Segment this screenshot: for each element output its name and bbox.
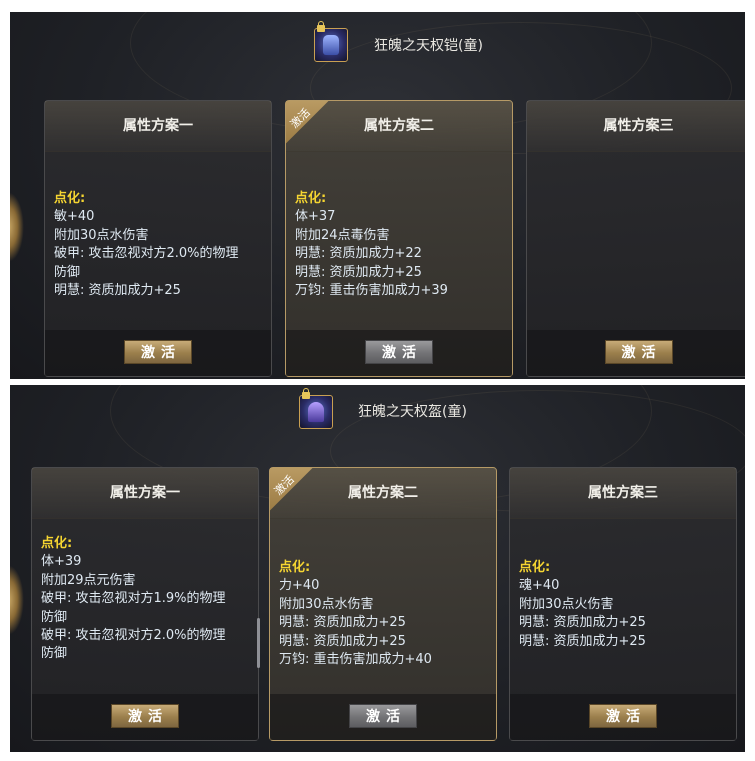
item-header: 狂魄之天权铠(童) (10, 21, 745, 66)
attribute-plan-card-1: 属性方案一 点化: 敏+40 附加30点水伤害 破甲: 攻击忽视对方2.0%的物… (44, 100, 272, 377)
card-footer: 激活 (32, 694, 258, 740)
activate-button[interactable]: 激活 (365, 340, 433, 364)
attr-line: 明慧: 资质加成力+25 (519, 615, 646, 631)
attr-line: 附加24点毒伤害 (295, 227, 390, 243)
attribute-plan-card-2: 属性方案二 激活 点化: 体+37 附加24点毒伤害 明慧: 资质加成力+22 … (285, 100, 513, 377)
attribute-plan-card-1: 属性方案一 点化: 体+39 附加29点元伤害 破甲: 攻击忽视对方1.9%的物… (31, 467, 260, 741)
activate-button[interactable]: 激活 (589, 704, 657, 728)
attr-line: 明慧: 资质加成力+25 (54, 283, 181, 299)
card-footer: 激活 (510, 694, 736, 740)
attr-line: 防御 (41, 646, 68, 662)
helmet-icon[interactable] (299, 388, 333, 429)
attr-line: 体+37 (295, 209, 336, 225)
attr-line: 附加30点水伤害 (279, 596, 374, 612)
item-name: 狂魄之天权盔(童) (358, 404, 467, 420)
attr-header: 点化: (519, 560, 551, 575)
lock-icon (317, 21, 325, 32)
card-title: 属性方案三 (510, 468, 736, 519)
active-badge: 激活 (286, 101, 338, 153)
attr-line: 明慧: 资质加成力+25 (279, 615, 406, 631)
active-badge: 激活 (270, 468, 322, 520)
attr-line: 万钧: 重击伤害加成力+39 (295, 283, 448, 299)
attr-line: 明慧: 资质加成力+25 (295, 264, 422, 280)
attr-line: 附加30点水伤害 (54, 227, 149, 243)
armor-chest-icon[interactable] (314, 21, 348, 62)
activate-button[interactable]: 激活 (111, 704, 179, 728)
decor-ornament (10, 192, 24, 262)
attr-line: 体+39 (41, 554, 82, 570)
attr-header: 点化: (41, 536, 73, 551)
activate-button[interactable]: 激活 (124, 340, 192, 364)
attribute-plan-card-3: 属性方案三 激活 (526, 100, 745, 377)
attr-line: 敏+40 (54, 209, 95, 225)
card-footer: 激活 (286, 330, 512, 376)
attr-line: 破甲: 攻击忽视对方1.9%的物理 (41, 591, 226, 607)
attr-line: 破甲: 攻击忽视对方2.0%的物理 (41, 628, 226, 644)
equipment-panel-helmet: 狂魄之天权盔(童) 属性方案一 点化: 体+39 附加29点元伤害 破甲: 攻击… (10, 385, 745, 752)
attr-line: 魂+40 (519, 578, 560, 594)
attr-line: 附加30点火伤害 (519, 596, 614, 612)
attr-line: 力+40 (279, 578, 320, 594)
card-footer: 激活 (45, 330, 271, 376)
attr-line: 明慧: 资质加成力+25 (279, 633, 406, 649)
attr-line: 万钧: 重击伤害加成力+40 (279, 652, 432, 668)
attribute-list: 点化: 敏+40 附加30点水伤害 破甲: 攻击忽视对方2.0%的物理 防御 明… (54, 190, 263, 300)
attr-header: 点化: (279, 560, 311, 575)
card-footer: 激活 (527, 330, 745, 376)
attr-line: 明慧: 资质加成力+25 (519, 633, 646, 649)
decor-ornament (10, 565, 24, 635)
activate-button[interactable]: 激活 (349, 704, 417, 728)
attribute-plan-card-2: 属性方案二 激活 点化: 力+40 附加30点水伤害 明慧: 资质加成力+25 … (269, 467, 497, 741)
active-badge-label: 激活 (271, 472, 297, 498)
item-name: 狂魄之天权铠(童) (374, 38, 483, 54)
attribute-list: 点化: 力+40 附加30点水伤害 明慧: 资质加成力+25 明慧: 资质加成力… (279, 559, 488, 669)
activate-button[interactable]: 激活 (604, 340, 673, 364)
attr-line: 破甲: 攻击忽视对方2.0%的物理 (54, 246, 239, 262)
lock-icon (302, 388, 310, 399)
attribute-list: 点化: 魂+40 附加30点火伤害 明慧: 资质加成力+25 明慧: 资质加成力… (519, 559, 728, 651)
card-footer: 激活 (270, 694, 496, 740)
attr-header: 点化: (54, 191, 86, 206)
card-title: 属性方案一 (32, 468, 258, 519)
card-title: 属性方案一 (45, 101, 271, 152)
attr-line: 防御 (41, 609, 68, 625)
card-title: 属性方案三 (527, 101, 745, 152)
active-badge-label: 激活 (287, 105, 313, 131)
equipment-panel-armor: 狂魄之天权铠(童) 属性方案一 点化: 敏+40 附加30点水伤害 破甲: 攻击… (10, 12, 745, 379)
attribute-list: 点化: 体+37 附加24点毒伤害 明慧: 资质加成力+22 明慧: 资质加成力… (295, 190, 504, 300)
attr-line: 防御 (54, 264, 81, 280)
scrollbar-thumb[interactable] (257, 618, 260, 668)
attribute-plan-card-3: 属性方案三 点化: 魂+40 附加30点火伤害 明慧: 资质加成力+25 明慧:… (509, 467, 737, 741)
attr-line: 附加29点元伤害 (41, 572, 136, 588)
item-header: 狂魄之天权盔(童) (10, 388, 745, 435)
attr-header: 点化: (295, 191, 327, 206)
attr-line: 明慧: 资质加成力+22 (295, 246, 422, 262)
attribute-list: 点化: 体+39 附加29点元伤害 破甲: 攻击忽视对方1.9%的物理 防御 破… (41, 535, 250, 664)
